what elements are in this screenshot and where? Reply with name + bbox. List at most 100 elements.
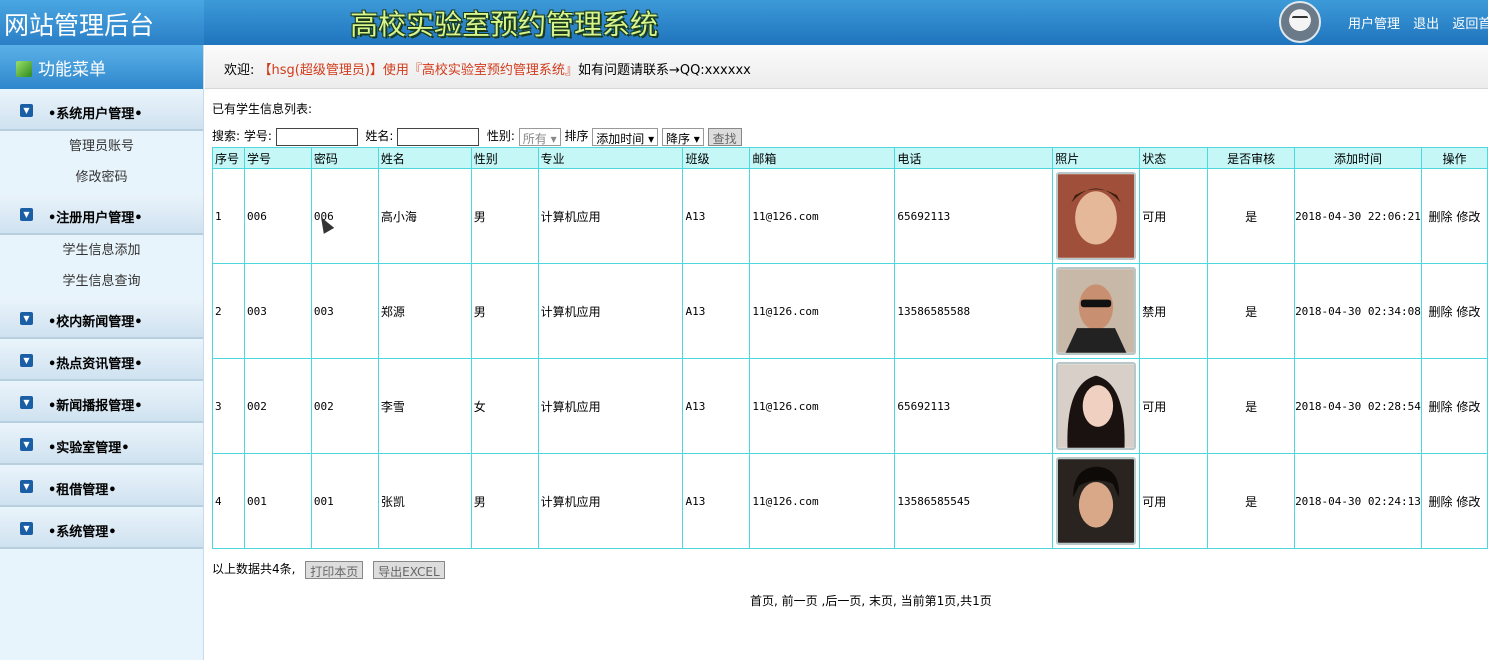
- welcome-user: 【hsg(超级管理员)】使用『高校实验室预约管理系统』: [258, 63, 578, 78]
- chevron-down-icon: ▼: [20, 480, 33, 493]
- menu-item-add-student[interactable]: 学生信息添加: [0, 235, 203, 266]
- cell-name: 高小海: [377, 168, 472, 264]
- col-header: 状态: [1139, 147, 1209, 169]
- cell-password: 001: [310, 453, 379, 549]
- edit-link[interactable]: 修改: [1456, 305, 1480, 319]
- cell-time: 2018-04-30 02:28:54: [1294, 358, 1422, 454]
- pager-prev[interactable]: 前一页: [782, 594, 818, 608]
- cell-time: 2018-04-30 22:06:21: [1294, 168, 1422, 264]
- cell-gender: 男: [470, 263, 539, 359]
- cell-status: 可用: [1139, 453, 1209, 549]
- sort-order-select[interactable]: 降序 ▾: [661, 127, 704, 146]
- delete-link[interactable]: 删除: [1429, 495, 1453, 509]
- col-header: 是否审核: [1207, 147, 1296, 169]
- col-header: 操作: [1420, 147, 1488, 169]
- cell-major: 计算机应用: [537, 358, 684, 454]
- welcome-prefix: 欢迎:: [224, 63, 259, 78]
- cell-gender: 女: [470, 358, 539, 454]
- student-photo[interactable]: [1056, 172, 1137, 260]
- menu-group-system[interactable]: ▼ •系统管理•: [0, 509, 203, 549]
- table-row: 2 003 003 郑源 男 计算机应用 A13 11@126.com 1358…: [212, 263, 1488, 359]
- student-id-input[interactable]: [275, 127, 358, 146]
- edit-link[interactable]: 修改: [1456, 400, 1480, 414]
- name-input[interactable]: [397, 127, 480, 146]
- table-row: 1 006 006 高小海 男 计算机应用 A13 11@126.com 656…: [212, 168, 1488, 264]
- menu-group-lab[interactable]: ▼ •实验室管理•: [0, 425, 203, 465]
- menu-item-change-password[interactable]: 修改密码: [0, 162, 203, 193]
- menu-item-admin-account[interactable]: 管理员账号: [0, 131, 203, 162]
- logout-link[interactable]: 退出: [1413, 17, 1439, 32]
- col-header: 学号: [243, 147, 312, 169]
- menu-group-news-broadcast[interactable]: ▼ •新闻播报管理•: [0, 383, 203, 423]
- col-header: 序号: [212, 147, 245, 169]
- col-header: 性别: [470, 147, 539, 169]
- list-title: 已有学生信息列表:: [212, 102, 313, 116]
- col-header: 密码: [310, 147, 379, 169]
- sort-label: 排序: [564, 129, 589, 143]
- cell-gender: 男: [470, 453, 539, 549]
- col-header: 照片: [1052, 147, 1141, 169]
- cell-photo: [1052, 263, 1141, 359]
- menu-group-rental[interactable]: ▼ •租借管理•: [0, 467, 203, 507]
- col-header: 电话: [894, 147, 1054, 169]
- cell-email: 11@126.com: [749, 358, 896, 454]
- menu-group-label: •系统用户管理•: [48, 107, 143, 122]
- cell-no: 2: [212, 263, 245, 359]
- record-summary: 以上数据共4条,: [212, 562, 296, 576]
- cell-phone: 65692113: [894, 168, 1054, 264]
- footer-row: 以上数据共4条, 打印本页 导出EXCEL: [212, 560, 445, 579]
- cell-audit: 是: [1207, 263, 1296, 359]
- chevron-down-icon: ▼: [20, 396, 33, 409]
- search-button[interactable]: 查找: [707, 127, 742, 146]
- delete-link[interactable]: 删除: [1429, 305, 1453, 319]
- cell-major: 计算机应用: [537, 263, 684, 359]
- menu-group-system-users[interactable]: ▼ •系统用户管理•: [0, 91, 203, 131]
- cell-student-id: 003: [243, 263, 312, 359]
- pager-last[interactable]: 末页,: [869, 594, 897, 608]
- back-home-link[interactable]: 返回首页: [1452, 17, 1488, 32]
- cell-photo: [1052, 453, 1141, 549]
- delete-link[interactable]: 删除: [1429, 400, 1453, 414]
- chevron-down-icon: ▼: [20, 208, 33, 221]
- user-avatar-icon[interactable]: [1279, 1, 1321, 43]
- name-label: 姓名:: [365, 129, 394, 143]
- cell-class: A13: [682, 453, 751, 549]
- top-header: 网站管理后台 高校实验室预约管理系统 用户管理 退出 返回首页: [0, 0, 1488, 45]
- table-header: 序号 学号 密码 姓名 性别 专业 班级 邮箱 电话 照片 状态 是否审核 添加…: [212, 147, 1488, 169]
- logo-area: 网站管理后台: [0, 0, 204, 45]
- menu-group-label: •注册用户管理•: [48, 211, 143, 226]
- cell-time: 2018-04-30 02:24:13: [1294, 453, 1422, 549]
- cell-student-id: 002: [243, 358, 312, 454]
- menu-group-registered-users[interactable]: ▼ •注册用户管理•: [0, 195, 203, 235]
- cell-audit: 是: [1207, 453, 1296, 549]
- edit-link[interactable]: 修改: [1456, 495, 1480, 509]
- gender-select[interactable]: 所有 ▾: [518, 127, 561, 146]
- pager: 首页, 前一页 ,后一页, 末页, 当前第1页,共1页: [750, 592, 992, 609]
- student-photo[interactable]: [1056, 267, 1137, 355]
- cell-phone: 13586585545: [894, 453, 1054, 549]
- print-button[interactable]: 打印本页: [305, 560, 364, 579]
- cell-status: 可用: [1139, 168, 1209, 264]
- pager-info: 当前第1页,共1页: [900, 594, 992, 608]
- search-label: 搜索:: [212, 129, 241, 143]
- user-management-link[interactable]: 用户管理: [1348, 17, 1400, 32]
- menu-item-query-student[interactable]: 学生信息查询: [0, 266, 203, 297]
- cell-student-id: 001: [243, 453, 312, 549]
- table-row: 3 002 002 李雪 女 计算机应用 A13 11@126.com 6569…: [212, 358, 1488, 454]
- menu-group-hot-news[interactable]: ▼ •热点资讯管理•: [0, 341, 203, 381]
- edit-link[interactable]: 修改: [1456, 210, 1480, 224]
- chevron-down-icon: ▼: [20, 104, 33, 117]
- pager-first[interactable]: 首页,: [750, 594, 778, 608]
- export-excel-button[interactable]: 导出EXCEL: [373, 560, 445, 579]
- cell-photo: [1052, 358, 1141, 454]
- menu-group-campus-news[interactable]: ▼ •校内新闻管理•: [0, 299, 203, 339]
- cube-icon: [16, 61, 32, 77]
- sort-field-select[interactable]: 添加时间 ▾: [592, 127, 659, 146]
- cell-class: A13: [682, 263, 751, 359]
- cell-actions: 删除 修改: [1420, 453, 1488, 549]
- student-photo[interactable]: [1056, 457, 1137, 545]
- cell-email: 11@126.com: [749, 453, 896, 549]
- student-photo[interactable]: [1056, 362, 1137, 450]
- pager-next[interactable]: ,后一页,: [822, 594, 866, 608]
- delete-link[interactable]: 删除: [1429, 210, 1453, 224]
